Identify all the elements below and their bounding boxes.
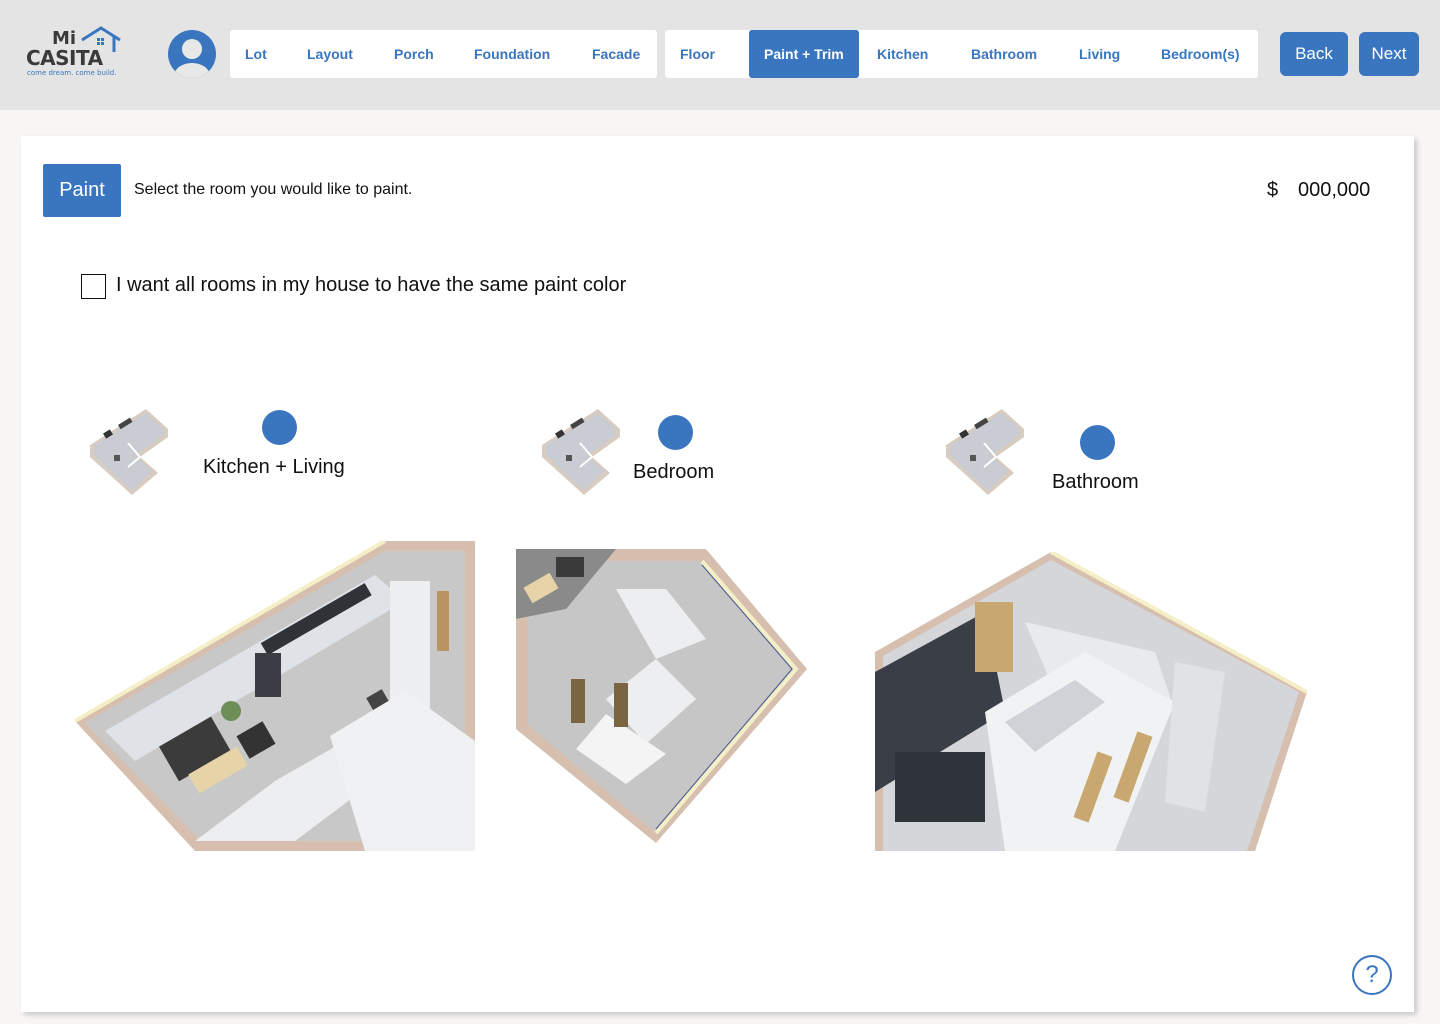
color-swatch-bathroom[interactable]: [1080, 425, 1115, 460]
tab-floor[interactable]: Floor: [680, 30, 715, 78]
room-label-bathroom: Bathroom: [1052, 471, 1139, 493]
back-button[interactable]: Back: [1280, 32, 1348, 76]
floorplan-thumbnail-bedroom[interactable]: [540, 405, 624, 497]
tab-bedrooms[interactable]: Bedroom(s): [1161, 30, 1240, 78]
logo-line-casita: CASITA: [26, 46, 103, 70]
tab-porch[interactable]: Porch: [394, 30, 434, 78]
tab-living[interactable]: Living: [1079, 30, 1120, 78]
next-button[interactable]: Next: [1359, 32, 1419, 76]
mi-casita-logo[interactable]: Mi CASITA come dream. come build.: [24, 26, 128, 82]
color-swatch-bedroom[interactable]: [658, 415, 693, 450]
room-label-kitchen-living: Kitchen + Living: [203, 456, 345, 478]
instruction-text: Select the room you would like to paint.: [134, 181, 413, 198]
top-bar: Mi CASITA come dream. come build. Lot La…: [0, 0, 1440, 110]
tab-lot[interactable]: Lot: [245, 30, 267, 78]
help-icon[interactable]: ?: [1352, 955, 1392, 995]
tab-facade[interactable]: Facade: [592, 30, 640, 78]
tab-bathroom[interactable]: Bathroom: [971, 30, 1037, 78]
tab-layout[interactable]: Layout: [307, 30, 353, 78]
price-currency: $: [1267, 179, 1279, 201]
logo-tagline: come dream. come build.: [27, 69, 117, 77]
user-icon: [174, 39, 210, 78]
room-render-kitchen-living[interactable]: [75, 541, 475, 851]
tab-paint-trim[interactable]: Paint + Trim: [749, 30, 859, 78]
room-render-bathroom[interactable]: [875, 552, 1307, 851]
same-color-label: I want all rooms in my house to have the…: [116, 274, 627, 296]
nav-group-interior: Floor Paint + Trim Kitchen Bathroom Livi…: [665, 30, 1258, 78]
tab-foundation[interactable]: Foundation: [474, 30, 550, 78]
floorplan-thumbnail-bathroom[interactable]: [944, 405, 1028, 497]
room-label-bedroom: Bedroom: [633, 461, 715, 483]
paint-button[interactable]: Paint: [43, 164, 121, 217]
same-color-checkbox[interactable]: [81, 274, 106, 299]
floorplan-thumbnail-kitchen-living[interactable]: [88, 405, 172, 497]
nav-group-exterior: Lot Layout Porch Foundation Facade: [230, 30, 657, 78]
price-value: 000,000: [1298, 179, 1371, 201]
tab-kitchen[interactable]: Kitchen: [877, 30, 928, 78]
room-render-bedroom[interactable]: [516, 549, 807, 851]
user-avatar[interactable]: [168, 30, 216, 78]
color-swatch-kitchen-living[interactable]: [262, 410, 297, 445]
